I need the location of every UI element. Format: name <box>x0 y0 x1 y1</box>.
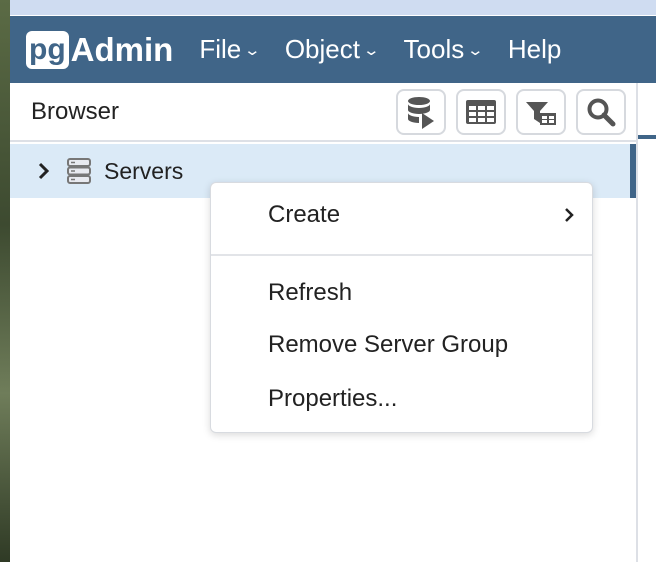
window-top-strip <box>0 0 656 15</box>
browser-title: Browser <box>31 97 120 125</box>
pgadmin-logo: pg Admin <box>26 30 174 69</box>
menu-label: Help <box>507 34 562 64</box>
menu-label: File <box>199 34 242 64</box>
server-group-icon <box>67 158 91 184</box>
filtered-rows-button[interactable] <box>516 88 566 135</box>
view-data-button[interactable] <box>456 88 506 135</box>
menu-label: Tools <box>403 34 465 64</box>
view-data-icon <box>466 99 496 124</box>
desktop-background <box>0 0 10 562</box>
context-menu: Create Refresh Remove Server Group Prope… <box>210 182 593 433</box>
menu-divider <box>211 254 592 256</box>
query-tool-icon <box>408 96 434 129</box>
menu-label: Object <box>284 34 360 64</box>
chevron-right-icon <box>565 208 574 222</box>
search-objects-button[interactable] <box>576 88 626 135</box>
search-icon <box>587 98 616 126</box>
chevron-right-icon[interactable] <box>38 162 50 180</box>
chevron-down-icon: ⌄ <box>466 41 485 59</box>
tree-node-label: Servers <box>104 157 184 184</box>
chevron-down-icon: ⌄ <box>362 41 381 59</box>
selection-indicator <box>630 144 636 198</box>
filtered-rows-icon <box>526 101 556 125</box>
query-tool-button[interactable] <box>396 88 446 135</box>
tab-bar <box>638 135 656 139</box>
menu-file[interactable]: File ⌄ <box>199 34 261 65</box>
browser-header: Browser <box>10 83 636 142</box>
context-menu-create[interactable]: Create <box>268 201 340 229</box>
main-panel <box>636 83 656 562</box>
menu-help[interactable]: Help <box>508 34 561 65</box>
context-menu-properties[interactable]: Properties... <box>268 385 397 413</box>
menu-tools[interactable]: Tools ⌄ <box>403 34 485 65</box>
menu-object[interactable]: Object ⌄ <box>284 34 381 65</box>
context-menu-remove-server-group[interactable]: Remove Server Group <box>268 331 508 359</box>
logo-admin: Admin <box>70 30 174 68</box>
chevron-down-icon: ⌄ <box>243 41 262 59</box>
context-menu-refresh[interactable]: Refresh <box>268 279 352 307</box>
logo-pg: pg <box>26 30 69 69</box>
navbar: pg Admin File ⌄ Object ⌄ Tools ⌄ Help <box>10 16 656 83</box>
